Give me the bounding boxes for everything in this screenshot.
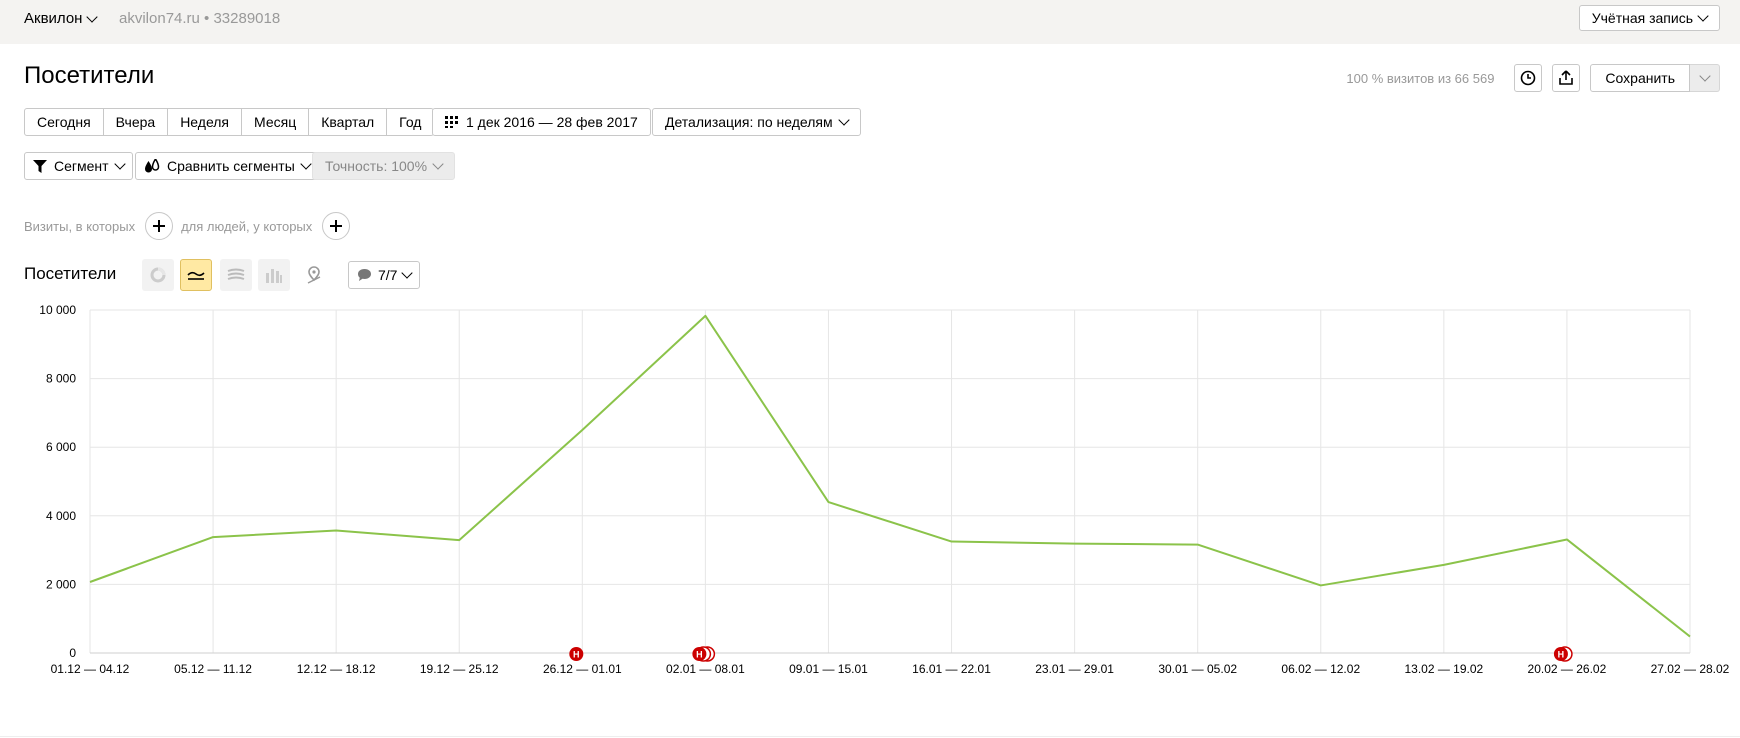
data-point	[1073, 542, 1077, 546]
data-point	[334, 529, 338, 533]
y-tick-label: 4 000	[46, 509, 76, 523]
x-tick-label: 02.01 — 08.01	[666, 662, 745, 676]
y-tick-label: 0	[69, 646, 76, 660]
annotation-label: Н	[573, 650, 580, 660]
x-tick-label: 12.12 — 18.12	[297, 662, 376, 676]
x-tick-label: 23.01 — 29.01	[1035, 662, 1114, 676]
data-point	[211, 535, 215, 539]
divider	[0, 736, 1740, 737]
x-tick-label: 13.02 — 19.02	[1404, 662, 1483, 676]
y-tick-label: 8 000	[46, 372, 76, 386]
data-point	[826, 500, 830, 504]
data-point	[88, 580, 92, 584]
x-tick-label: 06.02 — 12.02	[1281, 662, 1360, 676]
data-point	[950, 540, 954, 544]
x-tick-label: 27.02 — 28.02	[1651, 662, 1730, 676]
x-tick-label: 09.01 — 15.01	[789, 662, 868, 676]
data-point	[1565, 537, 1569, 541]
x-tick-label: 01.12 — 04.12	[51, 662, 130, 676]
annotation-label: Н	[696, 650, 703, 660]
data-point	[580, 428, 584, 432]
data-point	[1442, 563, 1446, 567]
x-tick-label: 26.12 — 01.01	[543, 662, 622, 676]
data-point	[1196, 543, 1200, 547]
annotation-label: Н	[1558, 650, 1565, 660]
x-tick-label: 30.01 — 05.02	[1158, 662, 1237, 676]
y-tick-label: 6 000	[46, 440, 76, 454]
data-point	[1688, 635, 1692, 639]
visitors-line-chart: 0 2 000 4 000 6 000 8 000 10 000 01.12 — 04.12…	[39, 303, 1730, 676]
y-tick-label: 2 000	[46, 577, 76, 591]
x-tick-label: 20.02 — 26.02	[1528, 662, 1607, 676]
data-point	[703, 314, 707, 318]
y-tick-label: 10 000	[39, 303, 76, 317]
series-line	[89, 314, 1691, 638]
x-tick-label: 19.12 — 25.12	[420, 662, 499, 676]
data-point	[457, 538, 461, 542]
x-tick-label: 16.01 — 22.01	[912, 662, 991, 676]
x-tick-label: 05.12 — 11.12	[174, 662, 252, 676]
data-point	[1319, 583, 1323, 587]
